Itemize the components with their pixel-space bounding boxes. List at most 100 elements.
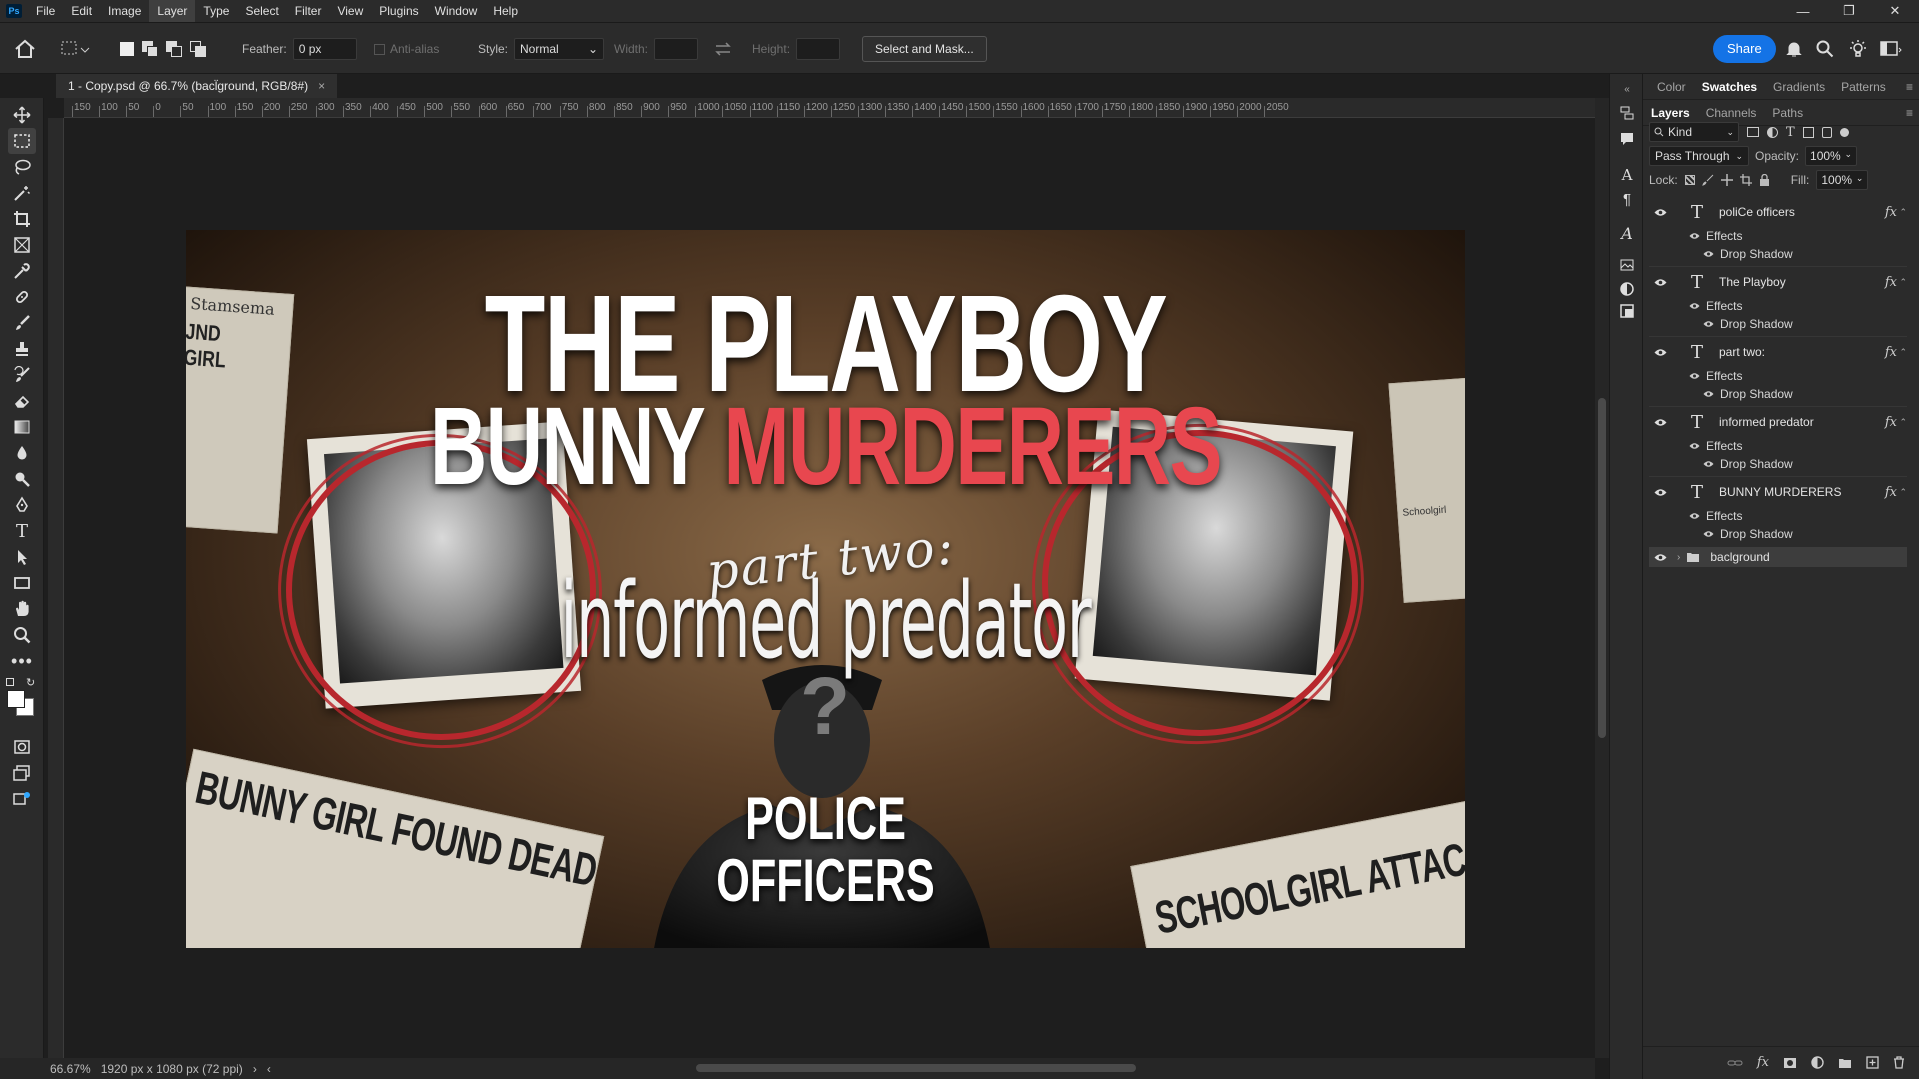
- close-tab-icon[interactable]: ×: [318, 79, 325, 93]
- chevron-right-icon[interactable]: ›: [253, 1062, 257, 1076]
- antialias-checkbox[interactable]: [374, 43, 385, 55]
- lock-paint-icon[interactable]: [1701, 174, 1714, 186]
- layer-effects-row[interactable]: Effects: [1689, 436, 1742, 456]
- zoom-tool-icon[interactable]: [8, 622, 36, 648]
- restore-button[interactable]: ❐: [1826, 0, 1872, 22]
- pen-tool-icon[interactable]: [8, 492, 36, 518]
- menu-item-filter[interactable]: Filter: [287, 0, 330, 22]
- tab-gradients[interactable]: Gradients: [1765, 74, 1833, 100]
- vertical-scroll-thumb[interactable]: [1598, 398, 1606, 738]
- vertical-scrollbar[interactable]: [1595, 98, 1609, 1058]
- visibility-eye-icon[interactable]: [1649, 340, 1671, 364]
- effects-eye-icon[interactable]: [1689, 229, 1700, 243]
- drop-shadow-row[interactable]: Drop Shadow: [1703, 314, 1793, 334]
- healing-brush-icon[interactable]: [8, 284, 36, 310]
- brush-tool-icon[interactable]: [8, 310, 36, 336]
- layer-effects-row[interactable]: Effects: [1689, 226, 1742, 246]
- properties-panel-icon[interactable]: [1618, 302, 1636, 320]
- workspace-icon[interactable]: [1880, 23, 1902, 75]
- glyphs-panel-icon[interactable]: A: [1618, 224, 1636, 243]
- new-adjustment-icon[interactable]: [1811, 1056, 1824, 1069]
- eyedropper-icon[interactable]: [8, 258, 36, 284]
- layer-row-group[interactable]: › baclground: [1649, 547, 1907, 567]
- layer-name[interactable]: informed predator: [1719, 415, 1814, 429]
- layer-name[interactable]: BUNNY MURDERERS: [1719, 485, 1841, 499]
- stamp-tool-icon[interactable]: [8, 336, 36, 362]
- magic-wand-icon[interactable]: [8, 180, 36, 206]
- filter-pixel-icon[interactable]: [1747, 127, 1759, 137]
- visibility-eye-icon[interactable]: [1649, 270, 1671, 294]
- comments-panel-icon[interactable]: [1618, 130, 1636, 148]
- chevron-up-icon[interactable]: ⌃: [1899, 207, 1907, 218]
- drop-shadow-eye-icon[interactable]: [1703, 457, 1714, 471]
- horizontal-scroll-thumb[interactable]: [696, 1064, 1136, 1072]
- width-input[interactable]: [654, 38, 699, 60]
- chevron-up-icon[interactable]: ⌃: [1899, 487, 1907, 498]
- layer-row[interactable]: Tpart two: fx ⌃: [1649, 340, 1907, 364]
- drop-shadow-eye-icon[interactable]: [1703, 247, 1714, 261]
- chevron-up-icon[interactable]: ⌃: [1899, 347, 1907, 358]
- chevron-up-icon[interactable]: ⌃: [1899, 417, 1907, 428]
- tab-patterns[interactable]: Patterns: [1833, 74, 1894, 100]
- search-icon[interactable]: [1816, 23, 1834, 75]
- layer-row[interactable]: Tinformed predator fx ⌃: [1649, 410, 1907, 434]
- menu-item-view[interactable]: View: [329, 0, 371, 22]
- layer-name[interactable]: part two:: [1719, 345, 1765, 359]
- fill-input[interactable]: 100% ⌄: [1816, 170, 1869, 190]
- panel-menu-icon[interactable]: ≡: [1906, 80, 1913, 94]
- effects-eye-icon[interactable]: [1689, 299, 1700, 313]
- swap-colors-icon[interactable]: ↻: [26, 676, 35, 689]
- feather-input[interactable]: [292, 38, 357, 60]
- lasso-tool-icon[interactable]: [8, 154, 36, 180]
- layer-effects-row[interactable]: Effects: [1689, 296, 1742, 316]
- share-for-review-icon[interactable]: [8, 786, 36, 812]
- tab-color[interactable]: Color: [1649, 74, 1694, 100]
- layer-name[interactable]: The Playboy: [1719, 275, 1786, 289]
- effects-eye-icon[interactable]: [1689, 509, 1700, 523]
- path-selection-icon[interactable]: [8, 544, 36, 570]
- layer-row[interactable]: T The Playboy fx ⌃: [1649, 270, 1907, 294]
- lock-transparent-icon[interactable]: [1684, 175, 1695, 185]
- move-tool-icon[interactable]: [8, 102, 36, 128]
- layer-fx-icon[interactable]: fx: [1885, 415, 1897, 430]
- delete-layer-icon[interactable]: [1893, 1056, 1905, 1069]
- drop-shadow-row[interactable]: Drop Shadow: [1703, 524, 1793, 544]
- marquee-tool-preset-icon[interactable]: [60, 23, 90, 75]
- bell-icon[interactable]: [1786, 23, 1802, 75]
- libraries-panel-icon[interactable]: [1618, 256, 1636, 274]
- history-brush-icon[interactable]: [8, 362, 36, 388]
- share-button[interactable]: Share: [1713, 35, 1776, 63]
- frame-tool-icon[interactable]: [8, 232, 36, 258]
- swap-dimensions-icon[interactable]: [714, 23, 732, 75]
- filter-type-icon[interactable]: T: [1786, 125, 1795, 140]
- screen-mode-icon[interactable]: [8, 760, 36, 786]
- layer-name[interactable]: poliCe officers: [1719, 205, 1795, 219]
- tab-swatches[interactable]: Swatches: [1694, 74, 1765, 100]
- layer-row[interactable]: TpoliCe officers fx ⌃: [1649, 200, 1907, 224]
- adjustments-panel-icon[interactable]: [1618, 280, 1636, 298]
- close-window-button[interactable]: ✕: [1872, 0, 1918, 22]
- opacity-input[interactable]: 100% ⌄: [1805, 146, 1858, 166]
- collapse-icon[interactable]: «: [1618, 80, 1636, 98]
- menu-item-file[interactable]: File: [28, 0, 63, 22]
- menu-item-layer[interactable]: Layer: [149, 0, 196, 22]
- layer-effects-row[interactable]: Effects: [1689, 506, 1742, 526]
- menu-item-type[interactable]: Type: [195, 0, 237, 22]
- layer-fx-icon[interactable]: fx: [1885, 205, 1897, 220]
- lock-artboard-icon[interactable]: [1739, 174, 1752, 186]
- layer-fx-icon[interactable]: fx: [1885, 275, 1897, 290]
- blur-tool-icon[interactable]: [8, 440, 36, 466]
- crop-tool-icon[interactable]: [8, 206, 36, 232]
- intersect-selection-icon[interactable]: [190, 41, 206, 57]
- add-style-icon[interactable]: fx: [1757, 1055, 1769, 1070]
- menu-item-edit[interactable]: Edit: [63, 0, 100, 22]
- hand-tool-icon[interactable]: [8, 596, 36, 622]
- layer-effects-row[interactable]: Effects: [1689, 366, 1742, 386]
- menu-item-plugins[interactable]: Plugins: [371, 0, 426, 22]
- discover-icon[interactable]: [1848, 23, 1868, 75]
- add-mask-icon[interactable]: [1783, 1057, 1797, 1069]
- history-panel-icon[interactable]: [1618, 104, 1636, 122]
- drop-shadow-eye-icon[interactable]: [1703, 527, 1714, 541]
- blend-mode-select[interactable]: Pass Through ⌄: [1649, 146, 1749, 166]
- more-tools-icon[interactable]: •••: [8, 648, 36, 674]
